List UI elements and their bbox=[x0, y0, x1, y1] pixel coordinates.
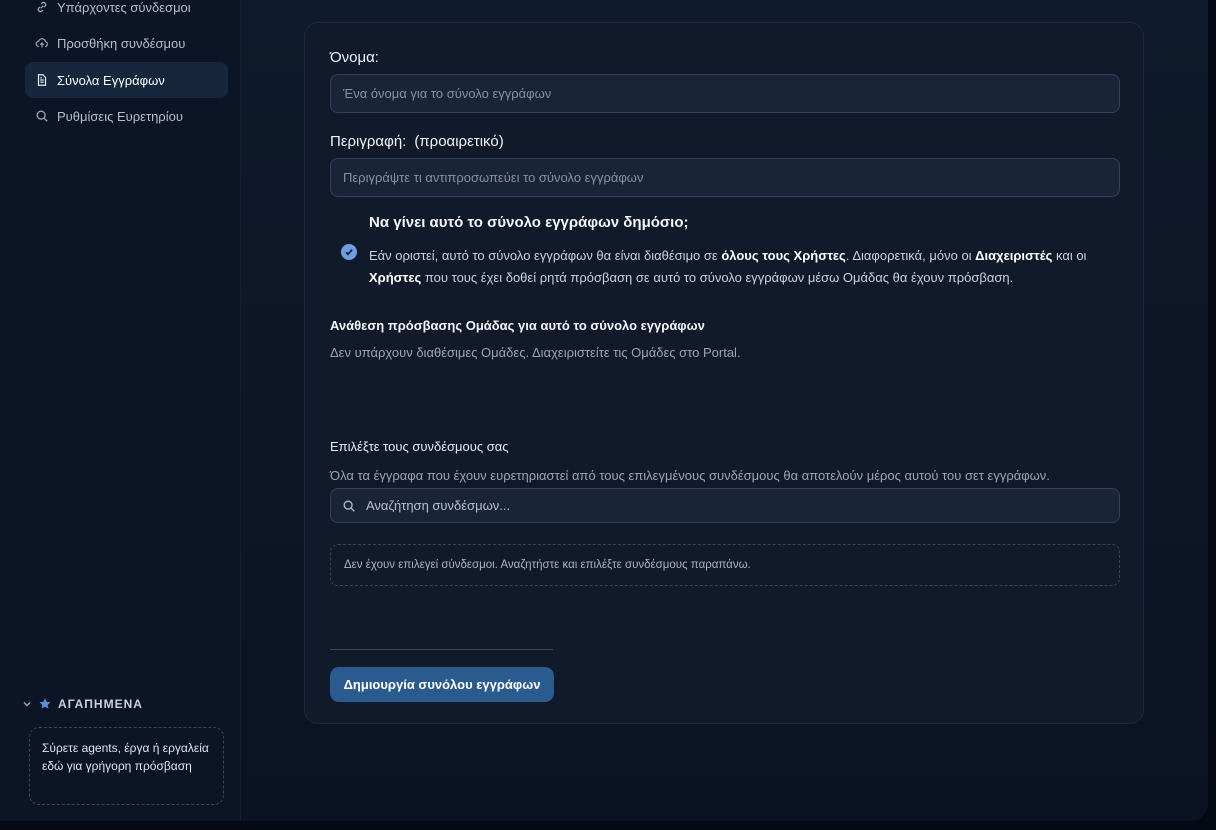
public-checkbox[interactable] bbox=[341, 244, 357, 260]
public-toggle-title: Να γίνει αυτό το σύνολο εγγράφων δημόσιο… bbox=[369, 214, 689, 231]
public-desc-all-users: όλους τους Χρήστες bbox=[721, 248, 846, 263]
favorites-title: ΑΓΑΠΗΜΕΝΑ bbox=[58, 697, 143, 711]
check-icon bbox=[345, 249, 353, 256]
description-optional: (προαιρετικό) bbox=[414, 133, 504, 150]
public-desc-users: Χρήστες bbox=[369, 270, 422, 285]
sidebar: Υπάρχοντες σύνδεσμοι Προσθήκη συνδέσμου … bbox=[0, 0, 241, 821]
selected-connectors-empty: Δεν έχουν επιλεγεί σύνδεσμοι. Αναζητήστε… bbox=[330, 544, 1120, 586]
description-input[interactable] bbox=[330, 158, 1120, 197]
sidebar-item-document-sets[interactable]: Σύνολα Εγγράφων bbox=[25, 62, 228, 98]
public-desc-admins: Διαχειριστές bbox=[975, 248, 1053, 263]
sidebar-item-label: Υπάρχοντες σύνδεσμοι bbox=[57, 0, 191, 15]
description-label-text: Περιγραφή: bbox=[330, 133, 407, 150]
public-desc-text: που τους έχει δοθεί ρητά πρόσβαση σε αυτ… bbox=[421, 270, 1014, 285]
sidebar-item-existing-connectors[interactable]: Υπάρχοντες σύνδεσμοι bbox=[25, 0, 228, 25]
cloud-upload-icon bbox=[35, 38, 48, 48]
search-icon bbox=[36, 110, 48, 122]
name-input[interactable] bbox=[330, 74, 1120, 113]
favorites-drop-zone[interactable]: Σύρετε agents, έργα ή εργαλεία εδώ για γ… bbox=[29, 727, 224, 805]
divider bbox=[330, 649, 553, 650]
connectors-search bbox=[330, 488, 1120, 523]
public-desc-text: Εάν οριστεί, αυτό το σύνολο εγγράφων θα … bbox=[369, 248, 722, 263]
name-label: Όνομα: bbox=[330, 49, 379, 66]
favorites-header[interactable]: ΑΓΑΠΗΜΕΝΑ bbox=[22, 694, 143, 714]
connectors-description: Όλα τα έγγραφα που έχουν ευρετηριαστεί α… bbox=[330, 468, 1050, 483]
document-icon bbox=[37, 74, 47, 86]
connectors-search-input[interactable] bbox=[364, 497, 1119, 514]
sidebar-item-add-connector[interactable]: Προσθήκη συνδέσμου bbox=[25, 25, 228, 61]
document-set-form: Όνομα: Περιγραφή: (προαιρετικό) Να γίνει … bbox=[304, 22, 1144, 724]
search-icon bbox=[343, 500, 355, 512]
sidebar-item-label: Σύνολα Εγγράφων bbox=[57, 72, 165, 88]
public-desc-text: . Διαφορετικά, μόνο οι bbox=[845, 248, 976, 263]
description-label: Περιγραφή: (προαιρετικό) bbox=[330, 133, 504, 150]
link-icon bbox=[37, 1, 47, 13]
chevron-down-icon bbox=[23, 702, 31, 707]
selected-connectors-empty-text: Δεν έχουν επιλεγεί σύνδεσμοι. Αναζητήστε… bbox=[344, 559, 751, 571]
create-document-set-button[interactable]: Δημιουργία συνόλου εγγράφων bbox=[330, 667, 554, 702]
sidebar-item-index-settings[interactable]: Ρυθμίσεις Ευρετηρίου bbox=[25, 98, 228, 134]
favorites-drop-hint: Σύρετε agents, έργα ή εργαλεία εδώ για γ… bbox=[42, 741, 209, 773]
star-icon bbox=[39, 698, 51, 709]
sidebar-item-label: Ρυθμίσεις Ευρετηρίου bbox=[57, 108, 183, 124]
main-content: Όνομα: Περιγραφή: (προαιρετικό) Να γίνει … bbox=[241, 0, 1208, 821]
public-desc-text: και οι bbox=[1052, 248, 1087, 263]
public-toggle-description: Εάν οριστεί, αυτό το σύνολο εγγράφων θα … bbox=[369, 245, 1129, 289]
group-access-title: Ανάθεση πρόσβασης Ομάδας για αυτό το σύν… bbox=[330, 318, 705, 333]
app-window: Υπάρχοντες σύνδεσμοι Προσθήκη συνδέσμου … bbox=[0, 0, 1208, 821]
group-access-empty: Δεν υπάρχουν διαθέσιμες Ομάδες. Διαχειρι… bbox=[330, 345, 741, 360]
connectors-title: Επιλέξτε τους συνδέσμους σας bbox=[330, 439, 509, 454]
sidebar-item-label: Προσθήκη συνδέσμου bbox=[57, 35, 186, 51]
